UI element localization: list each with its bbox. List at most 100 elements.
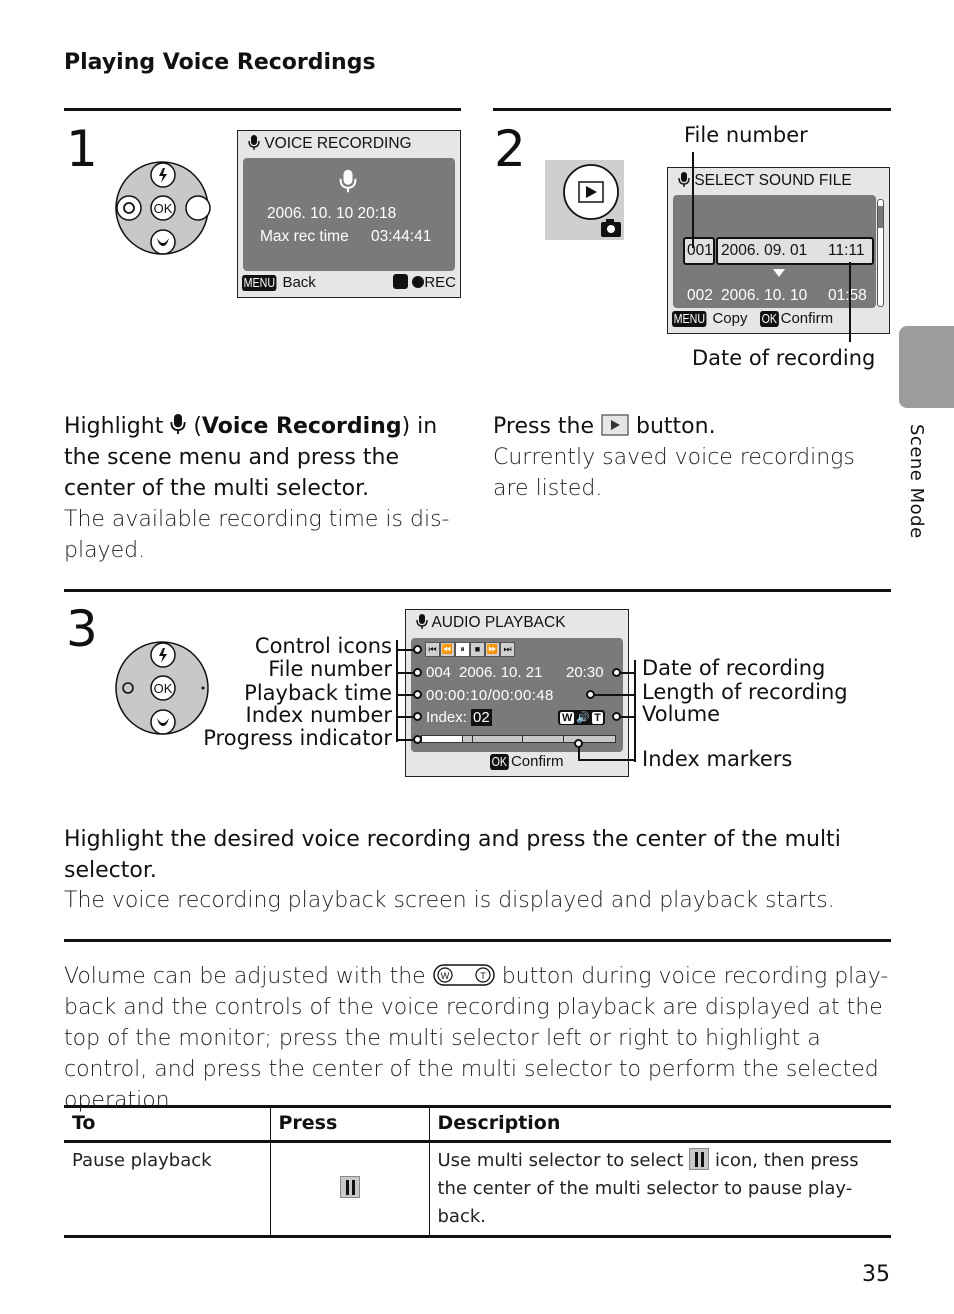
svg-text:T: T [480,971,486,981]
camera-screen-voice-recording: VOICE RECORDING 2006. 10. 10 20:18 Max r… [237,130,461,298]
callout-date-of-recording: Date of recording [642,656,826,680]
index-marker [462,736,464,742]
divider [493,108,891,111]
column-header-to: To [64,1105,270,1143]
step2-instruction: Press the button. [493,414,716,439]
microphone-icon [339,169,357,193]
callout-file-number: File number [268,657,392,681]
page-number: 35 [862,1262,890,1287]
table-row: Pause playback Use multi selector to sel… [64,1141,891,1238]
step-number: 2 [494,120,526,178]
stop-icon[interactable]: ■ [470,642,485,657]
divider [64,108,461,111]
step1-instruction: Highlight (Voice Recording) in the scene… [64,414,438,501]
cell-to: Pause playback [64,1141,270,1238]
multi-selector-icon: OK [115,641,209,735]
menu-badge: MENU [242,275,277,291]
callout-length-of-recording: Length of recording [642,680,848,704]
max-rec-label: Max rec time [260,228,349,245]
step-number: 1 [66,120,98,178]
scroll-down-arrow-icon [773,269,785,277]
screen-header: VOICE RECORDING [264,135,412,152]
index-label: Index: [426,709,467,726]
speaker-icon: 🔊 [576,712,591,724]
playback-button-illustration [545,160,624,240]
file-number: 004 [426,664,452,681]
ok-badge: OK [759,311,779,327]
screen-header: SELECT SOUND FILE [694,172,852,189]
camera-screen-select-sound-file: SELECT SOUND FILE 001 2006. 09. 01 11:11… [667,167,890,334]
recording-date-time: 2006. 10. 10 20:18 [267,205,397,222]
pause-icon [689,1148,710,1170]
microphone-icon [248,135,260,150]
divider [64,939,891,942]
screen-header: AUDIO PLAYBACK [431,614,566,631]
skip-back-icon[interactable]: ⏮ [425,642,440,657]
playback-controls: ⏮ ⏪ ⏸ ■ ⏩ ⏭ [425,642,515,657]
page-title: Playing Voice Recordings [64,50,376,75]
callout-line [849,262,851,342]
rewind-icon[interactable]: ⏪ [440,642,455,657]
index-value: 02 [471,709,492,726]
camera-screen-audio-playback: AUDIO PLAYBACK ⏮ ⏪ ⏸ ■ ⏩ ⏭ 004 2006. 10.… [405,609,629,777]
step3-instruction: Highlight the desired voice recording an… [64,827,841,883]
volume-note: Volume can be adjusted with the W T butt… [64,964,889,1113]
file-time[interactable]: 01:58 [828,287,867,305]
confirm-label: Confirm [780,310,834,327]
shutter-icon [393,274,409,289]
cell-description: Use multi selector to select icon, then … [428,1141,891,1238]
file-number[interactable]: 001 [687,242,713,260]
scrollbar[interactable] [877,199,884,307]
progress-indicator [421,735,616,743]
recording-date: 2006. 10. 21 [459,664,543,681]
callout-date-of-recording: Date of recording [692,346,876,370]
column-header-description: Description [428,1105,891,1143]
svg-text:OK: OK [154,201,173,216]
back-label: Back [282,274,316,291]
column-header-press: Press [269,1105,429,1143]
file-date[interactable]: 2006. 09. 01 [721,242,807,260]
fast-forward-icon[interactable]: ⏩ [485,642,500,657]
svg-text:W: W [440,971,449,981]
menu-badge: MENU [672,311,707,327]
pause-icon[interactable]: ⏸ [455,642,470,657]
max-rec-value: 03:44:41 [371,228,432,245]
callout-playback-time: Playback time [244,681,392,705]
callout-volume: Volume [642,702,721,726]
index-marker [472,736,474,742]
skip-forward-icon[interactable]: ⏭ [500,642,515,657]
operations-table: To Press Description Pause playback Use … [64,1105,891,1238]
step3-description: The voice recording playback screen is d… [64,888,835,913]
table-header-row: To Press Description [64,1105,891,1143]
callout-line [692,152,694,248]
zoom-button-icon: W T [432,964,495,986]
section-tab [899,326,954,408]
playback-button-icon [563,164,621,237]
volume-control[interactable]: W 🔊 T [558,710,605,725]
step2-description: Currently saved voice recordings are lis… [493,445,855,501]
file-time[interactable]: 11:11 [828,242,865,260]
file-date[interactable]: 2006. 10. 10 [721,287,807,305]
microphone-icon [416,614,428,629]
copy-label: Copy [712,310,748,327]
ok-badge: OK [490,754,509,770]
multi-selector-icon: OK [115,161,211,255]
step-number: 3 [66,600,98,658]
record-dot-icon [412,276,425,288]
section-label: Scene Mode [906,424,927,539]
rec-label: REC [424,274,456,291]
volume-w: W [560,711,575,724]
play-button-icon [601,414,629,436]
index-marker [522,736,524,742]
file-number[interactable]: 002 [687,287,713,305]
progress-fill [422,736,463,742]
pause-icon [339,1176,360,1198]
microphone-icon [678,172,690,187]
microphone-icon [170,414,186,434]
callout-progress-indicator: Progress indicator [203,726,392,750]
playback-time: 00:00:10/00:00:48 [426,687,554,704]
divider [64,589,891,592]
step1-description: The available recording time is dis-play… [64,507,450,563]
callout-control-icons: Control icons [254,634,392,658]
svg-text:OK: OK [154,681,173,696]
